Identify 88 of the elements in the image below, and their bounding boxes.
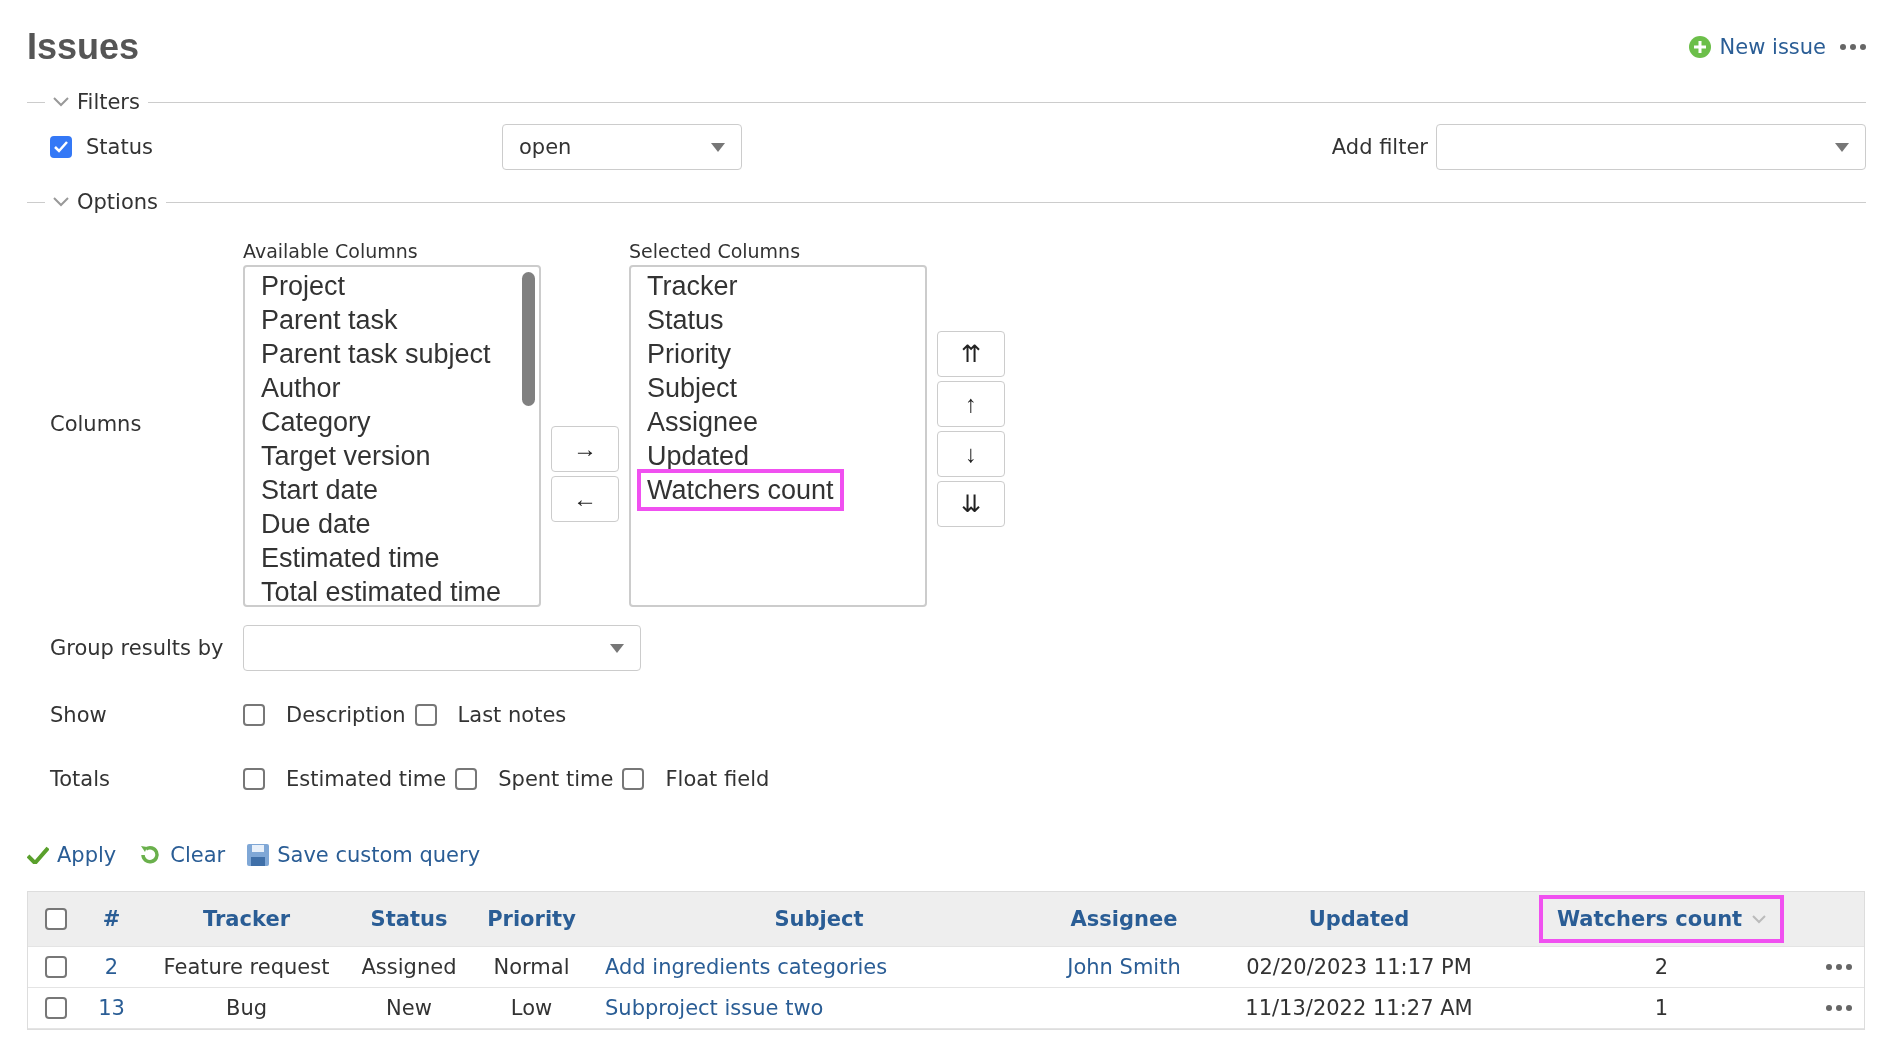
column-header[interactable]: Updated (1294, 899, 1424, 939)
table-cell: Normal (493, 955, 570, 979)
list-heading: Selected Columns (629, 240, 802, 262)
column-header[interactable]: # (88, 899, 135, 939)
list-option[interactable]: Category (255, 405, 377, 439)
checkbox[interactable] (45, 908, 67, 930)
selected-columns-list[interactable]: Tracker Status Priority Subject Assignee Updated Watchers count (629, 265, 927, 607)
operator-select[interactable]: open (502, 124, 742, 170)
list-option[interactable]: Assignee (641, 405, 765, 439)
list-option[interactable]: Subject (641, 371, 744, 405)
table-cell: Feature request (163, 955, 330, 979)
more-dots-icon[interactable] (1840, 44, 1866, 50)
table-cell: 1 (1654, 996, 1669, 1020)
checkbox-label: Spent time (498, 767, 614, 791)
new-issue-link[interactable]: New issue (1687, 35, 1826, 59)
save-link[interactable]: Save custom query (247, 843, 481, 867)
sort-chevron-icon (1752, 914, 1767, 924)
checkmark-icon (54, 141, 68, 153)
dropdown-caret-icon (1835, 142, 1849, 152)
table-cell-link[interactable]: 2 (104, 955, 119, 979)
column-header[interactable]: Priority (473, 899, 590, 939)
checkbox[interactable] (45, 997, 67, 1019)
show-label: Show (50, 703, 108, 727)
move-column-button[interactable]: ← (551, 475, 619, 522)
checkbox-label: Last notes (457, 703, 567, 727)
reorder-button[interactable]: ↓ (937, 430, 1005, 477)
move-column-button[interactable]: → (551, 425, 619, 472)
column-header[interactable]: Assignee (1056, 899, 1192, 939)
table-cell: Assigned (361, 955, 457, 979)
checkbox[interactable] (622, 768, 645, 790)
checkbox[interactable] (50, 136, 72, 158)
more-dots-icon[interactable] (1826, 1005, 1852, 1011)
list-option[interactable]: Project (255, 269, 352, 303)
checkbox[interactable] (455, 768, 478, 790)
table-cell-link[interactable]: John Smith (1067, 955, 1181, 979)
list-option[interactable]: Due date (255, 507, 377, 541)
more-dots-icon[interactable] (1826, 964, 1852, 970)
checkbox-label: Float field (665, 767, 770, 791)
list-option[interactable]: Estimated time (255, 541, 446, 575)
list-option[interactable]: Total estimated time (255, 575, 508, 609)
filters-toggle[interactable]: Filters (53, 90, 140, 114)
checkbox-label: Description (286, 703, 406, 727)
list-option[interactable]: Tracker (641, 269, 744, 303)
column-header[interactable]: Watchers count (1542, 899, 1781, 939)
column-header[interactable]: Tracker (189, 899, 304, 939)
table-cell-link[interactable]: Subproject issue two (599, 996, 824, 1020)
list-option[interactable]: Status (641, 303, 730, 337)
add-filter-label: Add filter (1331, 135, 1428, 159)
options-toggle[interactable]: Options (53, 190, 159, 214)
list-option[interactable]: Priority (641, 337, 737, 371)
group-label: Group results by (50, 636, 225, 660)
list-option[interactable]: Updated (641, 439, 756, 473)
available-columns-list[interactable]: Project Parent task Parent task subject Author Category Target version Start date Due date Estimated time Total estimated time (243, 265, 541, 607)
table-cell: 2 (1654, 955, 1669, 979)
table-cell: New (386, 996, 432, 1020)
clear-link[interactable]: Clear (138, 843, 226, 867)
column-header[interactable]: Status (356, 899, 462, 939)
dropdown-caret-icon (711, 142, 725, 152)
list-option[interactable]: Target version (255, 439, 437, 473)
dropdown-caret-icon (610, 643, 624, 653)
checkbox[interactable] (243, 704, 265, 726)
list-heading: Available Columns (243, 240, 419, 262)
reorder-button[interactable]: ↑ (937, 380, 1005, 427)
page-title: Issues (27, 26, 140, 68)
table-cell: Bug (225, 996, 267, 1020)
checkbox[interactable] (45, 956, 67, 978)
apply-link[interactable]: Apply (27, 843, 117, 867)
totals-label: Totals (50, 767, 111, 791)
list-option[interactable]: Author (255, 371, 347, 405)
table-cell: 02/20/2023 11:17 PM (1246, 955, 1472, 979)
scrollbar-thumb[interactable] (522, 272, 535, 406)
table-cell-link[interactable]: Add ingredients categories (599, 955, 888, 979)
list-option[interactable]: Parent task subject (255, 337, 497, 371)
table-cell: 11/13/2022 11:27 AM (1245, 996, 1473, 1020)
checkbox[interactable] (414, 704, 437, 726)
reorder-button[interactable]: ⇈ (937, 330, 1005, 377)
column-header[interactable]: Subject (760, 899, 878, 939)
plus-icon (1687, 35, 1712, 59)
columns-label: Columns (50, 411, 143, 436)
list-option[interactable]: Start date (255, 473, 385, 507)
checkmark-icon (27, 846, 49, 864)
checkbox-label: Estimated time (286, 767, 447, 791)
filter-label: Status (86, 135, 153, 159)
reorder-button[interactable]: ⇊ (937, 480, 1005, 527)
checkbox[interactable] (243, 768, 265, 790)
table-cell: Low (510, 996, 553, 1020)
list-option[interactable]: Parent task (255, 303, 404, 337)
table-cell-link[interactable]: 13 (98, 996, 125, 1020)
